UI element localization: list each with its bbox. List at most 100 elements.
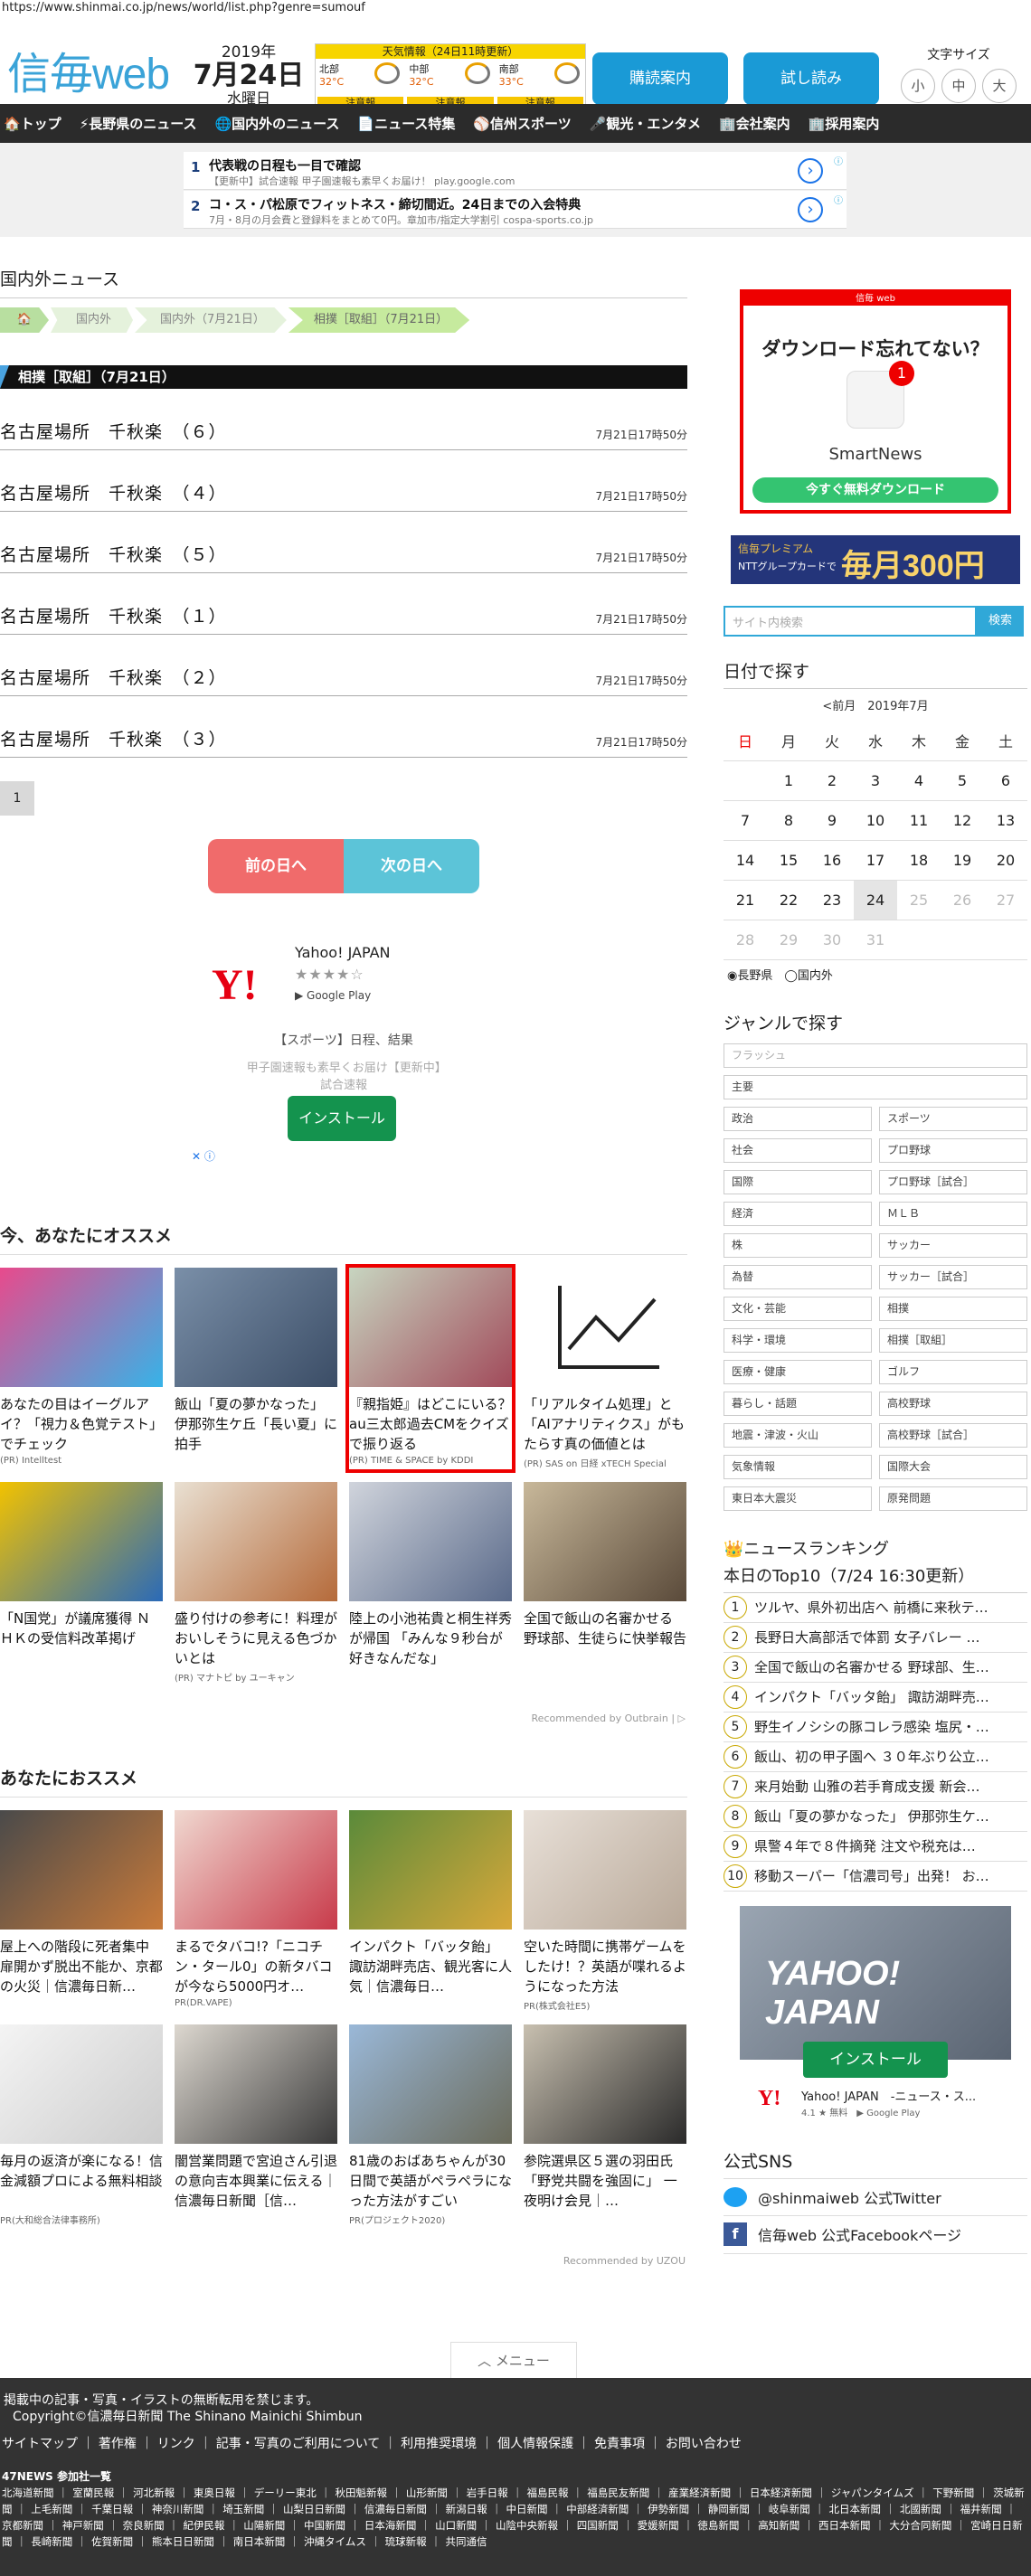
genre-item[interactable]: 主要 — [724, 1074, 1027, 1099]
genre-item[interactable]: 気象情報 — [724, 1454, 872, 1479]
genre-item[interactable]: 暮らし・話題 — [724, 1391, 872, 1416]
genre-item[interactable]: 経済 — [724, 1201, 872, 1226]
nav-item[interactable]: 📄ニュース特集 — [357, 114, 455, 133]
install-button[interactable]: インストール — [288, 1096, 396, 1141]
news-item[interactable]: 名古屋場所 千秋楽 （５） 7月21日17時50分 — [0, 512, 687, 573]
calendar-day[interactable]: 13 — [984, 800, 1027, 841]
calendar-day[interactable]: 3 — [854, 760, 897, 801]
home-icon[interactable]: 🏠 — [0, 307, 49, 333]
calendar-day[interactable]: 16 — [810, 840, 854, 881]
card-title[interactable]: 闇営業問題で宮迫さん引退の意向吉本興業に伝える｜信濃毎日新聞［信… — [175, 2151, 337, 2211]
facebook-link[interactable]: f 信毎web 公式Facebookページ — [724, 2216, 1027, 2254]
recommend-card[interactable]: 陸上の小池祐貴と桐生祥秀が帰国 「みんな９秒台が好きなんだな」 — [349, 1482, 512, 1684]
genre-item[interactable]: 原発問題 — [879, 1486, 1027, 1511]
nav-item[interactable]: 🏠トップ — [4, 114, 61, 133]
breadcrumb-item[interactable]: 国内外 — [51, 307, 134, 333]
install-button[interactable]: インストール — [803, 2041, 948, 2078]
yahoo-app-ad[interactable]: Y! Yahoo! JAPAN ★★★★☆ ▶ Google Play 【スポー… — [190, 931, 497, 1163]
card-title[interactable]: 陸上の小池祐貴と桐生祥秀が帰国 「みんな９秒台が好きなんだな」 — [349, 1609, 512, 1668]
subscribe-button[interactable]: 購読案内 — [592, 52, 728, 105]
recommend-card[interactable]: 「リアルタイム処理」と「AIアナリティクス」がもたらす真の価値とは (PR) SA… — [524, 1268, 686, 1469]
ranking-item[interactable]: 6 飯山、初の甲子園へ ３０年ぶり公立… — [724, 1742, 1027, 1772]
ranking-item[interactable]: 5 野生イノシシの豚コレラ感染 塩尻・… — [724, 1713, 1027, 1742]
search-button[interactable]: 検索 — [977, 606, 1024, 637]
calendar-day[interactable]: 23 — [810, 880, 854, 920]
recommend-card[interactable]: 『親指姫』はどこにいる？ au三太郎過去CMをクイズで振り返る (PR) TIME… — [345, 1264, 516, 1473]
calendar-day[interactable]: 10 — [854, 800, 897, 841]
genre-item[interactable]: 高校野球 — [879, 1391, 1027, 1416]
ad-choices-icon[interactable]: ⓘ — [834, 193, 843, 206]
recommend-card[interactable]: 「N国党」が議席獲得 ＮＨＫの受信料改革掲げ — [0, 1482, 163, 1684]
genre-item[interactable]: プロ野球［試合］ — [879, 1169, 1027, 1194]
download-button[interactable]: 今すぐ無料ダウンロード — [752, 477, 998, 503]
ranking-item[interactable]: 4 インパクト「バッタ飴」 諏訪湖畔売… — [724, 1683, 1027, 1713]
ranking-item[interactable]: 9 県警４年で８件摘発 注文や税充は… — [724, 1832, 1027, 1862]
card-image[interactable] — [0, 1810, 163, 1930]
card-title[interactable]: 全国で飯山の名審かせる 野球部、生徒らに快挙報告 — [524, 1609, 686, 1668]
genre-item[interactable]: 地震・津波・火山 — [724, 1422, 872, 1448]
calendar-region-radio[interactable]: ◉長野県 ◯国内外 — [724, 960, 1027, 988]
yahoo-app-ad-2[interactable]: YAHOO! JAPAN インストール Y! Yahoo! JAPAN -ニュー… — [740, 1905, 1011, 2127]
genre-item[interactable]: ゴルフ — [879, 1359, 1027, 1384]
chart-icon[interactable] — [524, 1268, 686, 1387]
genre-item[interactable]: プロ野球 — [879, 1137, 1027, 1163]
ranking-title[interactable]: インパクト「バッタ飴」 諏訪湖畔売… — [754, 1687, 989, 1706]
nav-item[interactable]: 🏢採用案内 — [809, 114, 880, 133]
genre-item[interactable]: フラッシュ — [724, 1043, 1027, 1068]
card-title[interactable]: 「N国党」が議席獲得 ＮＨＫの受信料改革掲げ — [0, 1609, 163, 1668]
ranking-title[interactable]: 長野日大高部活で体罰 女子バレー … — [754, 1628, 980, 1647]
recommend-card[interactable]: まるでタバコ!?「ニコチン・タール0」の新タバコが今なら5000円オ… PR(DR… — [175, 1810, 337, 2012]
calendar-day[interactable]: 4 — [897, 760, 941, 801]
ranking-item[interactable]: 10 移動スーパー「信濃司号」出発！ お… — [724, 1862, 1027, 1892]
nav-item[interactable]: 🎤観光・エンタメ — [590, 114, 701, 133]
card-image[interactable] — [175, 2024, 337, 2144]
card-title[interactable]: 盛り付けの参考に！料理がおいしそうに見える色づかいとは — [175, 1609, 337, 1668]
weather-widget[interactable]: 天気情報（24日11時更新） 北部 32°C 注意報 中部 32°C 注意報 南部 33°C 注… — [315, 43, 586, 112]
ad-choices-icon[interactable]: ✕ ⓘ — [192, 1148, 215, 1164]
calendar-day[interactable]: 22 — [767, 880, 810, 920]
font-size-button[interactable]: 中 — [941, 69, 976, 103]
card-title[interactable]: まるでタバコ!?「ニコチン・タール0」の新タバコが今なら5000円オ… — [175, 1937, 337, 1996]
calendar-day[interactable]: 20 — [984, 840, 1027, 881]
search-input[interactable]: サイト内検索 — [724, 606, 977, 637]
card-image[interactable] — [175, 1268, 337, 1387]
card-image[interactable] — [349, 1810, 512, 1930]
calendar-day[interactable]: 5 — [941, 760, 984, 801]
news-item[interactable]: 名古屋場所 千秋楽 （４） 7月21日17時50分 — [0, 450, 687, 512]
card-title[interactable]: 参院選県区５選の羽田氏 「野党共闘を強固に」 一夜明け会見｜… — [524, 2151, 686, 2211]
next-day-button[interactable]: 次の日へ — [344, 839, 479, 893]
card-image[interactable] — [349, 1482, 512, 1601]
card-image[interactable] — [0, 2024, 163, 2144]
genre-item[interactable]: 株 — [724, 1232, 872, 1258]
url-bar[interactable]: https://www.shinmai.co.jp/news/world/lis… — [0, 0, 1031, 18]
calendar-day[interactable]: 11 — [897, 800, 941, 841]
outbrain-credit[interactable]: Recommended by Outbrain | ▷ — [532, 1713, 686, 1724]
card-title[interactable]: 空いた時間に携帯ゲームをしたけ！？英語が喋れるようになった方法 — [524, 1937, 686, 1996]
card-title[interactable]: 「リアルタイム処理」と「AIアナリティクス」がもたらす真の価値とは — [524, 1394, 686, 1454]
nav-item[interactable]: ⚾信州スポーツ — [473, 114, 571, 133]
genre-item[interactable]: サッカー — [879, 1232, 1027, 1258]
font-size-button[interactable]: 小 — [901, 69, 935, 103]
nav-item[interactable]: 🏢会社案内 — [719, 114, 790, 133]
breadcrumb-item[interactable]: 相撲［取組］（7月21日） — [288, 307, 470, 333]
menu-toggle[interactable]: ︿ メニュー — [450, 2342, 577, 2378]
chevron-right-icon[interactable]: › — [798, 158, 823, 184]
card-image[interactable] — [349, 1268, 512, 1387]
ranking-title[interactable]: 飯山「夏の夢かなった」 伊那弥生ケ… — [754, 1807, 989, 1826]
news-item[interactable]: 名古屋場所 千秋楽 （２） 7月21日17時50分 — [0, 635, 687, 696]
ad-title[interactable]: 代表戦の日程も一目で確認 — [209, 156, 361, 175]
calendar-day[interactable]: 24 — [854, 880, 897, 920]
recommend-card[interactable]: 闇営業問題で宮迫さん引退の意向吉本興業に伝える｜信濃毎日新聞［信… — [175, 2024, 337, 2226]
recommend-card[interactable]: 屋上への階段に死者集中 扉開かず脱出不能か、京都の火災｜信濃毎日新… — [0, 1810, 163, 2012]
calendar-day[interactable]: 8 — [767, 800, 810, 841]
genre-item[interactable]: 為替 — [724, 1264, 872, 1289]
genre-item[interactable]: 東日本大震災 — [724, 1486, 872, 1511]
genre-item[interactable]: 科学・環境 — [724, 1327, 872, 1353]
card-image[interactable] — [524, 2024, 686, 2144]
card-title[interactable]: 屋上への階段に死者集中 扉開かず脱出不能か、京都の火災｜信濃毎日新… — [0, 1937, 163, 1996]
calendar-day[interactable]: 21 — [724, 880, 767, 920]
calendar-day[interactable]: 19 — [941, 840, 984, 881]
chevron-right-icon[interactable]: › — [798, 197, 823, 222]
genre-item[interactable]: 社会 — [724, 1137, 872, 1163]
calendar-day[interactable]: 15 — [767, 840, 810, 881]
